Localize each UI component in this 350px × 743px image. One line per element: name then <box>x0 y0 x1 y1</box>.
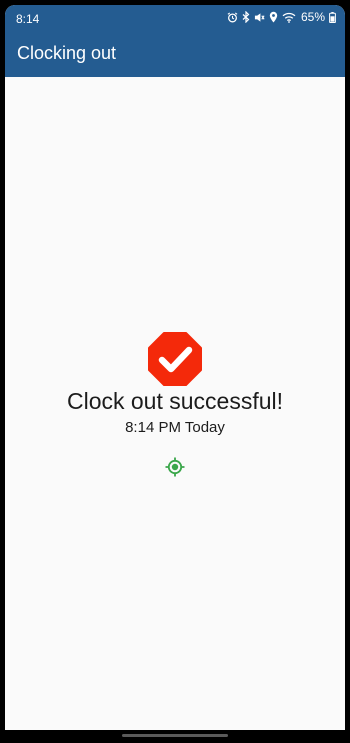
home-indicator[interactable] <box>122 734 228 737</box>
status-bar: 8:14 65% <box>5 5 345 30</box>
page-title: Clocking out <box>17 43 117 63</box>
clock-out-time: 8:14 PM Today <box>125 419 225 436</box>
battery-percent: 65% <box>300 10 325 24</box>
wifi-icon <box>282 12 296 23</box>
app-bar: Clocking out <box>5 30 345 77</box>
success-message: Clock out successful! <box>66 388 284 414</box>
main-content: Clock out successful! 8:14 PM Today <box>5 77 345 730</box>
screen: 8:14 65% Clocking out Clock out successf… <box>5 5 345 730</box>
phone-frame: 8:14 65% Clocking out Clock out successf… <box>0 0 350 743</box>
battery-icon <box>329 11 336 23</box>
location-target-icon <box>165 457 185 477</box>
checkmark-octagon-icon <box>148 332 202 386</box>
bluetooth-icon <box>242 11 250 23</box>
mute-icon <box>254 12 265 22</box>
status-time: 8:14 <box>16 12 40 26</box>
status-icons: 65% <box>227 10 336 24</box>
alarm-icon <box>227 11 238 22</box>
location-pin-icon <box>269 11 278 23</box>
